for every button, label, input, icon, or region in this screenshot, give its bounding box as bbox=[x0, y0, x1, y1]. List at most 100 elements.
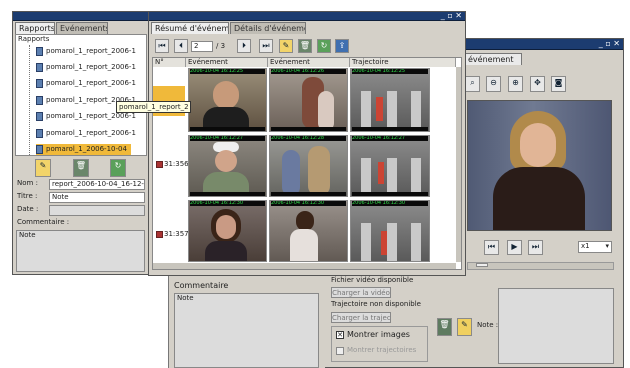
column-header-event2: Evénement bbox=[268, 58, 350, 67]
gate-pillar bbox=[361, 158, 371, 194]
timestamp-bar bbox=[352, 192, 428, 196]
camera-icon[interactable]: ◙ bbox=[551, 76, 566, 92]
commentaire-textarea[interactable]: Note bbox=[174, 293, 319, 368]
tree-item[interactable]: pomarol_1_report_2006-1 bbox=[36, 128, 136, 139]
event-thumbnail[interactable]: 2006-10-04 16:12:25 bbox=[188, 68, 267, 132]
window-controls[interactable]: _ ▫ ✕ bbox=[441, 12, 462, 20]
edit-icon[interactable]: ✎ bbox=[457, 318, 472, 336]
tree-item-label: pomarol_1_report_2006-1 bbox=[46, 63, 136, 71]
tree-item-label: pomarol_1_report_2006-1 bbox=[46, 112, 136, 120]
event-thumbnail[interactable]: 2006-10-04 16:12:30 bbox=[269, 200, 348, 262]
table-row[interactable]: 31:357 2006-10-04 16:12:30 2006-10-04 16… bbox=[153, 200, 456, 262]
tree-item-selected[interactable]: pomarol_1_2006-10-04 bbox=[36, 144, 131, 155]
timestamp: 2006-10-04 16:12:27 bbox=[352, 136, 428, 141]
step-forward-icon[interactable]: ⏭ bbox=[528, 240, 543, 255]
commentaire-text: Note bbox=[19, 231, 36, 239]
person-figure bbox=[381, 231, 387, 255]
table-row[interactable]: 2006-10-04 16:12:25 2006-10-04 16:12:26 … bbox=[153, 68, 456, 133]
zoom-out-icon[interactable]: ⊖ bbox=[486, 76, 501, 92]
play-icon[interactable]: ▶ bbox=[507, 240, 522, 255]
zoom-select[interactable]: x1 ▾ bbox=[578, 241, 612, 253]
vertical-scrollbar[interactable] bbox=[456, 67, 461, 262]
refresh-icon[interactable]: ↻ bbox=[317, 39, 331, 53]
title-bar bbox=[149, 12, 465, 21]
timestamp-bar bbox=[271, 127, 346, 131]
montrer-trajectoires-checkbox[interactable] bbox=[336, 347, 344, 355]
timestamp-bar bbox=[271, 192, 346, 196]
trajectory-thumbnail[interactable]: 2006-10-04 16:12:27 bbox=[350, 135, 430, 197]
tab-evenement[interactable]: événement bbox=[464, 53, 522, 65]
charger-trajectoire-button[interactable]: Charger la trajectoire bbox=[331, 312, 391, 323]
tree-item[interactable]: pomarol_1_report_2006-1 bbox=[36, 62, 136, 73]
trash-icon[interactable]: 🗑 bbox=[437, 318, 452, 336]
gate-pillar bbox=[411, 91, 421, 129]
title-bar bbox=[13, 12, 149, 21]
date-field[interactable] bbox=[49, 205, 145, 216]
trajectory-thumbnail[interactable]: 2006-10-04 16:12:30 bbox=[350, 200, 430, 262]
timestamp-bar bbox=[190, 127, 265, 131]
gate-pillar bbox=[361, 223, 371, 261]
tab-resume[interactable]: Résumé d'événements bbox=[151, 22, 229, 34]
event-thumbnail[interactable]: 2006-10-04 16:12:28 bbox=[269, 135, 348, 197]
tab-evenements[interactable]: Evénements bbox=[56, 22, 108, 34]
report-icon bbox=[36, 128, 43, 138]
nom-label: Nom : bbox=[17, 179, 38, 187]
move-icon[interactable]: ✥ bbox=[530, 76, 545, 92]
event-thumbnail[interactable]: 2006-10-04 16:12:26 bbox=[269, 68, 348, 132]
commentaire-textarea[interactable]: Note bbox=[16, 230, 145, 272]
note-field[interactable] bbox=[498, 288, 614, 364]
charger-video-button[interactable]: Charger la vidéo bbox=[331, 287, 391, 298]
next-page-icon[interactable]: ⏵ bbox=[237, 39, 251, 53]
video-scrollbar[interactable] bbox=[467, 262, 614, 270]
page-input[interactable]: 2 bbox=[191, 41, 213, 52]
gate-pillar bbox=[387, 158, 397, 194]
montrer-images-checkbox[interactable]: ✕ bbox=[336, 331, 344, 339]
tree-item-label: pomarol_1_report_2006-1 bbox=[46, 47, 136, 55]
tree-item[interactable]: pomarol_1_report_2006-1 bbox=[36, 46, 136, 57]
person-figure bbox=[308, 146, 330, 196]
tab-details[interactable]: Détails d'événement bbox=[230, 22, 306, 34]
scroll-thumb[interactable] bbox=[476, 263, 488, 267]
nom-field[interactable]: report_2006-10-04_16-12-10 bbox=[49, 179, 145, 190]
report-icon bbox=[36, 62, 43, 72]
event-thumbnail[interactable]: 2006-10-04 16:12:30 bbox=[188, 200, 267, 262]
zoom-fit-icon[interactable]: ⌕ bbox=[465, 76, 480, 92]
tree-item-label: pomarol_1_2006-10-04 bbox=[46, 145, 127, 153]
trash-icon[interactable]: 🗑 bbox=[73, 159, 89, 177]
timestamp: 2006-10-04 16:12:30 bbox=[271, 201, 346, 206]
person-body bbox=[205, 241, 247, 261]
person-figure bbox=[296, 211, 314, 231]
zoom-in-icon[interactable]: ⊕ bbox=[508, 76, 523, 92]
edit-icon[interactable]: ✎ bbox=[35, 159, 51, 177]
step-back-icon[interactable]: ⏮ bbox=[484, 240, 499, 255]
horizontal-scrollbar[interactable] bbox=[153, 263, 456, 269]
window-controls[interactable]: _ ▫ ✕ bbox=[599, 39, 620, 49]
event-thumbnail[interactable]: 2006-10-04 16:12:27 bbox=[188, 135, 267, 197]
first-page-icon[interactable]: ⏮ bbox=[155, 39, 169, 53]
timestamp: 2006-10-04 16:12:25 bbox=[190, 69, 265, 74]
column-header-event1: Evénement bbox=[186, 58, 268, 67]
tooltip-text: pomarol_1_report_2 bbox=[119, 103, 189, 111]
last-page-icon[interactable]: ⏭ bbox=[259, 39, 273, 53]
tree-panel: Rapports pomarol_1_report_2006-1 pomarol… bbox=[15, 34, 147, 156]
timestamp: 2006-10-04 16:12:26 bbox=[271, 69, 346, 74]
event-id: 31:357 bbox=[164, 230, 189, 238]
trash-icon[interactable]: 🗑 bbox=[298, 39, 312, 53]
refresh-icon[interactable]: ↻ bbox=[110, 159, 126, 177]
export-icon[interactable]: ⇪ bbox=[335, 39, 349, 53]
tree-item[interactable]: pomarol_1_report_2006-1 bbox=[36, 78, 136, 89]
previous-page-icon[interactable]: ⏴ bbox=[174, 39, 188, 53]
table-row[interactable]: 31:356 2006-10-04 16:12:27 2006-10-04 16… bbox=[153, 135, 456, 198]
edit-icon[interactable]: ✎ bbox=[279, 39, 293, 53]
titre-field[interactable]: Note bbox=[49, 192, 145, 203]
gate-pillar bbox=[387, 223, 397, 261]
tree-item-label: pomarol_1_report_2006-1 bbox=[46, 79, 136, 87]
commentaire-label: Commentaire : bbox=[17, 218, 70, 226]
person-figure bbox=[215, 150, 237, 172]
trajectory-thumbnail[interactable]: 2006-10-04 16:12:25 bbox=[350, 68, 430, 132]
tab-rapports[interactable]: Rapports bbox=[15, 22, 55, 34]
report-icon bbox=[36, 111, 43, 121]
titre-label: Titre : bbox=[17, 192, 38, 200]
person-figure bbox=[318, 91, 334, 131]
report-icon bbox=[36, 144, 43, 154]
